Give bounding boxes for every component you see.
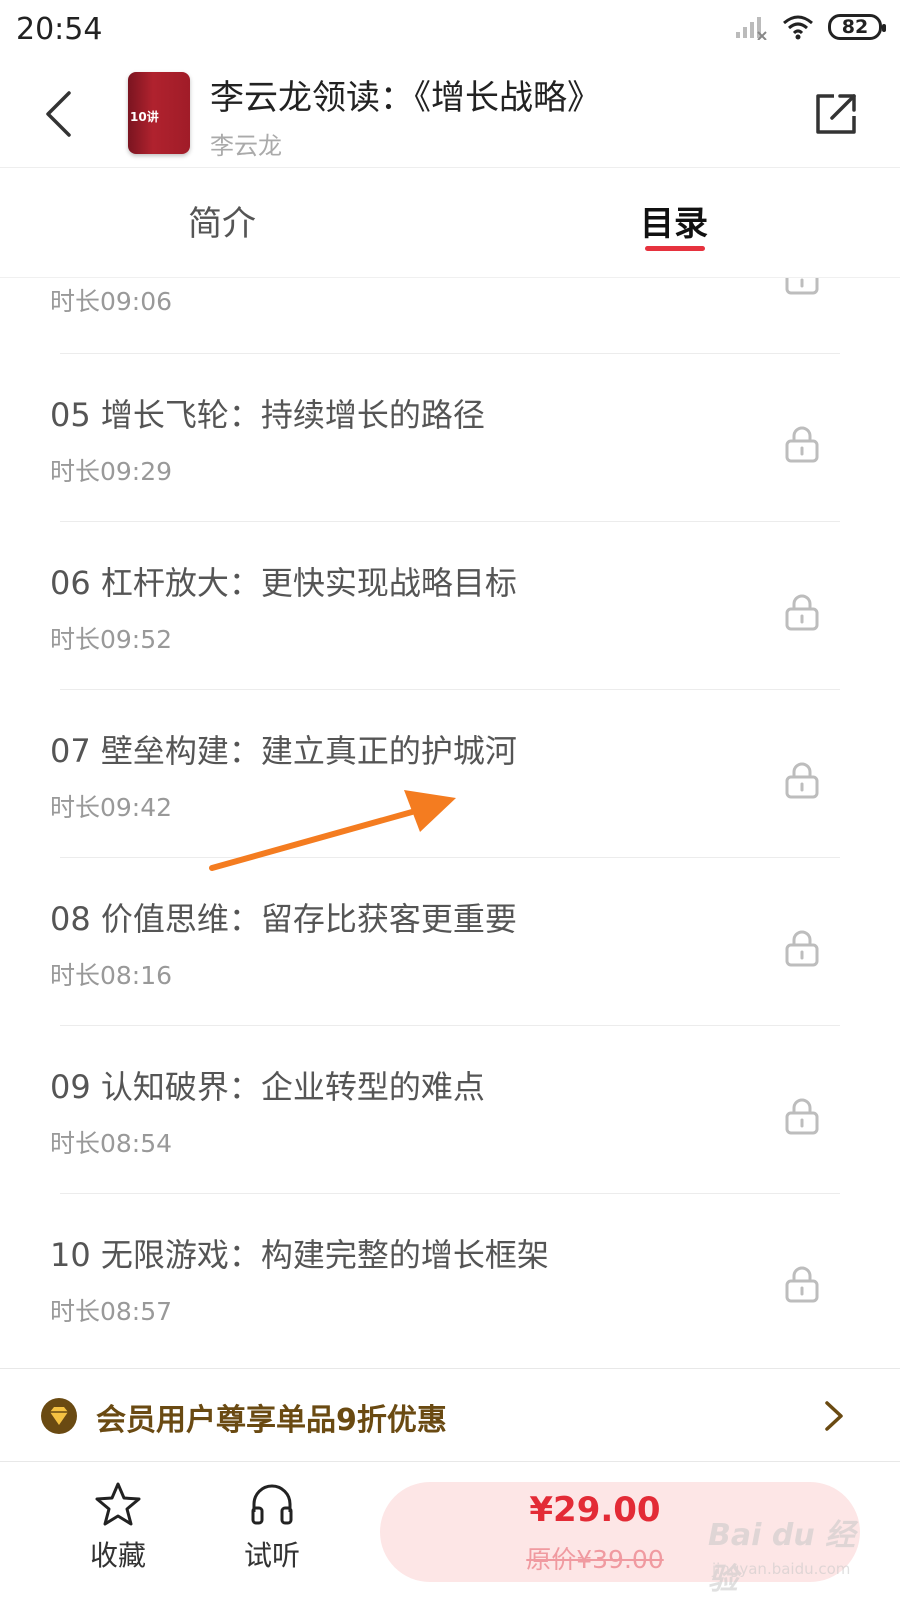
battery-icon: 82 [828, 14, 886, 40]
favorite-button[interactable]: 收藏 [68, 1480, 168, 1590]
chapter-duration: 时长09:42 [50, 793, 173, 822]
lock-icon [785, 594, 819, 631]
list-item[interactable]: 06 杠杆放大：更快实现战略目标 时长09:52 [0, 522, 900, 690]
tab-bar: 简介 目录 [0, 168, 900, 278]
star-icon [95, 1482, 141, 1526]
chapter-title: 07 壁垒构建：建立真正的护城河 [50, 732, 517, 770]
chapter-duration: 时长09:06 [50, 287, 173, 316]
page-title: 李云龙领读：《增长战略》 [210, 78, 601, 118]
chapter-title: 05 增长飞轮：持续增长的路径 [50, 396, 485, 434]
chapter-duration: 时长09:29 [50, 457, 173, 486]
lock-icon [785, 762, 819, 799]
member-discount-text: 会员用户尊享单品9折优惠 [96, 1403, 447, 1438]
watermark-logo: Bai du 经验 [708, 1518, 856, 1597]
lock-icon [785, 1098, 819, 1135]
cover-text: 10讲 [130, 110, 159, 124]
chapter-title: 10 无限游戏：构建完整的增长框架 [50, 1236, 549, 1274]
watermark: Bai du 经验 jingyan.baidu.com [708, 1510, 878, 1597]
battery-level: 82 [841, 16, 869, 38]
chapter-title: 08 价值思维：留存比获客更重要 [50, 900, 517, 938]
header: 10讲 李云龙领读：《增长战略》 李云龙 [0, 60, 900, 168]
trial-label: 试听 [243, 1539, 300, 1572]
tab-toc[interactable]: 目录 [640, 196, 708, 245]
tab-active-indicator [645, 246, 705, 251]
list-item[interactable]: 08 价值思维：留存比获客更重要 时长08:16 [0, 858, 900, 1026]
vip-diamond-icon [41, 1398, 77, 1434]
share-button[interactable] [808, 86, 864, 142]
chapter-duration: 时长09:52 [50, 625, 173, 654]
watermark-url: jingyan.baidu.com [712, 1560, 851, 1578]
trial-listen-button[interactable]: 试听 [222, 1480, 322, 1590]
lock-icon [785, 426, 819, 463]
chapter-duration: 时长08:57 [50, 1297, 173, 1326]
headphones-icon [251, 1484, 293, 1525]
chapter-title: 09 认知破界：企业转型的难点 [50, 1068, 485, 1106]
lock-icon [785, 930, 819, 967]
signal-icon [736, 17, 767, 40]
list-item[interactable]: 时长09:06 [0, 278, 900, 354]
status-bar: 20:54 82 [0, 0, 900, 60]
back-button[interactable] [30, 82, 86, 146]
favorite-label: 收藏 [89, 1539, 146, 1572]
list-item[interactable]: 07 壁垒构建：建立真正的护城河 时长09:42 [0, 690, 900, 858]
status-time: 20:54 [16, 12, 103, 47]
author-name[interactable]: 李云龙 [210, 126, 282, 161]
list-item[interactable]: 05 增长飞轮：持续增长的路径 时长09:29 [0, 354, 900, 522]
book-cover[interactable]: 10讲 [128, 72, 190, 154]
list-item[interactable]: 10 无限游戏：构建完整的增长框架 时长08:57 [0, 1194, 900, 1362]
wifi-icon [783, 15, 813, 40]
chapter-title: 06 杠杆放大：更快实现战略目标 [50, 564, 517, 602]
lock-icon [785, 1266, 819, 1303]
share-icon [816, 94, 856, 134]
chevron-right-icon [825, 1401, 843, 1431]
status-icons: 82 [734, 14, 886, 40]
chapter-list[interactable]: 时长09:06 05 增长飞轮：持续增长的路径 时长09:29 06 杠杆放大：… [0, 278, 900, 1368]
lock-icon [785, 278, 819, 295]
list-item[interactable]: 09 认知破界：企业转型的难点 时长08:54 [0, 1026, 900, 1194]
chapter-duration: 时长08:54 [50, 1129, 173, 1158]
tab-intro[interactable]: 简介 [188, 196, 256, 245]
member-discount-banner[interactable]: 会员用户尊享单品9折优惠 [0, 1368, 900, 1462]
chevron-left-icon [46, 91, 71, 137]
chapter-duration: 时长08:16 [50, 961, 173, 990]
